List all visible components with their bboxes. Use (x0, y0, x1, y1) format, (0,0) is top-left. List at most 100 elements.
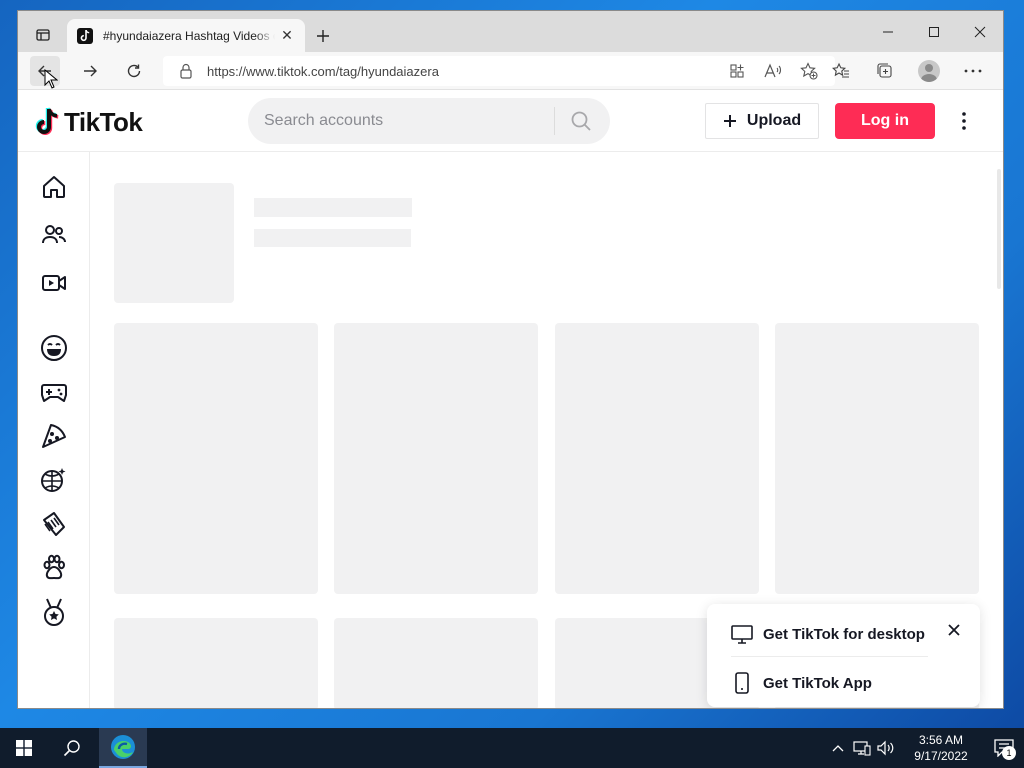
arrow-right-icon (84, 65, 97, 77)
sidebar-item-following[interactable] (38, 219, 70, 251)
address-bar-actions (719, 56, 827, 86)
system-tray: 3:56 AM 9/17/2022 1 (826, 728, 1024, 768)
upload-label: Upload (746, 112, 802, 129)
clock-date: 9/17/2022 (914, 749, 968, 763)
collections-icon (877, 63, 892, 78)
app-available-button[interactable] (719, 56, 755, 86)
video-card-skeleton (775, 323, 979, 594)
maximize-icon (929, 26, 939, 37)
favorites-icon (832, 62, 849, 78)
taskbar-edge-button[interactable] (99, 728, 147, 768)
title-skeleton (254, 198, 412, 217)
mouse-cursor-icon (44, 69, 58, 89)
animals-icon (43, 554, 65, 580)
search-icon (571, 111, 591, 131)
window-controls (865, 11, 1003, 52)
address-bar[interactable]: https://www.tiktok.com/tag/hyundaiazera (163, 56, 835, 86)
comedy-icon (41, 335, 67, 361)
show-hidden-icons-button[interactable] (826, 728, 850, 768)
video-card-skeleton (114, 618, 318, 708)
get-app-label: Get TikTok App (763, 674, 872, 692)
logo-text: TikTok (64, 106, 143, 137)
active-tab[interactable]: #hyundaiazera Hashtag Videos on TikTok ✕ (67, 19, 305, 52)
favorites-button[interactable] (819, 56, 863, 86)
following-icon (42, 225, 66, 244)
settings-more-button[interactable] (951, 56, 995, 86)
reload-button[interactable] (119, 56, 149, 86)
tiktok-logo-icon (35, 107, 59, 135)
home-icon (43, 176, 65, 198)
tab-bar: #hyundaiazera Hashtag Videos on TikTok ✕ (18, 11, 1003, 52)
clock[interactable]: 3:56 AM 9/17/2022 (904, 732, 978, 764)
beauty-icon (43, 512, 65, 536)
taskbar: 3:56 AM 9/17/2022 1 (0, 728, 1024, 768)
popup-divider (731, 656, 928, 657)
maximize-button[interactable] (911, 11, 957, 52)
sidebar-item-beauty[interactable] (38, 508, 70, 540)
web-page: TikTok Upload Log in (18, 91, 1003, 708)
profile-button[interactable] (907, 56, 951, 86)
edge-browser-icon (111, 735, 135, 759)
read-aloud-button[interactable] (755, 56, 791, 86)
avatar (918, 60, 940, 82)
video-card-skeleton (334, 323, 538, 594)
sidebar-item-comedy[interactable] (38, 332, 70, 364)
sidebar-item-sports[interactable] (38, 596, 70, 628)
sidebar-item-food[interactable] (38, 420, 70, 452)
tab-close-button[interactable]: ✕ (277, 26, 297, 46)
subtitle-skeleton (254, 229, 411, 247)
close-icon (974, 26, 986, 37)
hashtag-cover-skeleton (114, 183, 234, 303)
search-input[interactable] (264, 112, 554, 130)
apps-icon (730, 64, 744, 78)
speaker-icon (877, 740, 894, 756)
minimize-button[interactable] (865, 11, 911, 52)
page-scrollbar[interactable] (997, 169, 1001, 289)
forward-button[interactable] (75, 56, 105, 86)
login-button[interactable]: Log in (835, 103, 935, 139)
refresh-icon (127, 64, 141, 78)
more-horizontal-icon (964, 69, 982, 73)
sidebar-item-live[interactable] (38, 267, 70, 299)
more-options-button[interactable] (954, 105, 974, 137)
video-card-skeleton (555, 323, 759, 594)
sidebar-item-home[interactable] (38, 171, 70, 203)
taskbar-search-button[interactable] (48, 728, 96, 768)
close-window-button[interactable] (957, 11, 1003, 52)
windows-logo-icon (16, 740, 32, 756)
live-icon (42, 275, 66, 291)
search-icon (63, 740, 80, 757)
browser-toolbar (819, 56, 995, 86)
more-vertical-icon (962, 112, 966, 130)
popup-close-button[interactable] (944, 620, 964, 640)
new-tab-button[interactable] (310, 23, 336, 49)
tiktok-favicon-icon (77, 27, 93, 44)
search-bar (248, 98, 610, 144)
video-card-skeleton (114, 323, 318, 594)
volume-button[interactable] (874, 728, 898, 768)
search-button[interactable] (555, 98, 607, 144)
url-text[interactable]: https://www.tiktok.com/tag/hyundaiazera (207, 64, 439, 79)
get-app-link[interactable]: Get TikTok App (731, 671, 872, 695)
close-icon (948, 624, 960, 636)
video-card-skeleton (334, 618, 538, 708)
sidebar-item-gaming[interactable] (38, 376, 70, 408)
get-desktop-link[interactable]: Get TikTok for desktop (731, 622, 925, 646)
upload-button[interactable]: Upload (705, 103, 819, 139)
gaming-icon (41, 384, 67, 402)
network-button[interactable] (850, 728, 874, 768)
sidebar (18, 152, 90, 708)
navigation-bar: https://www.tiktok.com/tag/hyundaiazera (18, 52, 1003, 90)
clock-time: 3:56 AM (918, 733, 964, 747)
tiktok-logo[interactable]: TikTok (34, 105, 143, 139)
chevron-up-icon (832, 745, 844, 752)
lock-icon[interactable] (179, 62, 193, 80)
food-icon (42, 424, 66, 448)
action-center-button[interactable]: 1 (984, 728, 1024, 768)
start-button[interactable] (0, 728, 48, 768)
read-aloud-icon (764, 63, 782, 78)
tab-actions-button[interactable] (26, 21, 60, 49)
sidebar-item-animals[interactable] (38, 552, 70, 584)
sidebar-item-dance[interactable] (38, 464, 70, 496)
collections-button[interactable] (863, 56, 907, 86)
